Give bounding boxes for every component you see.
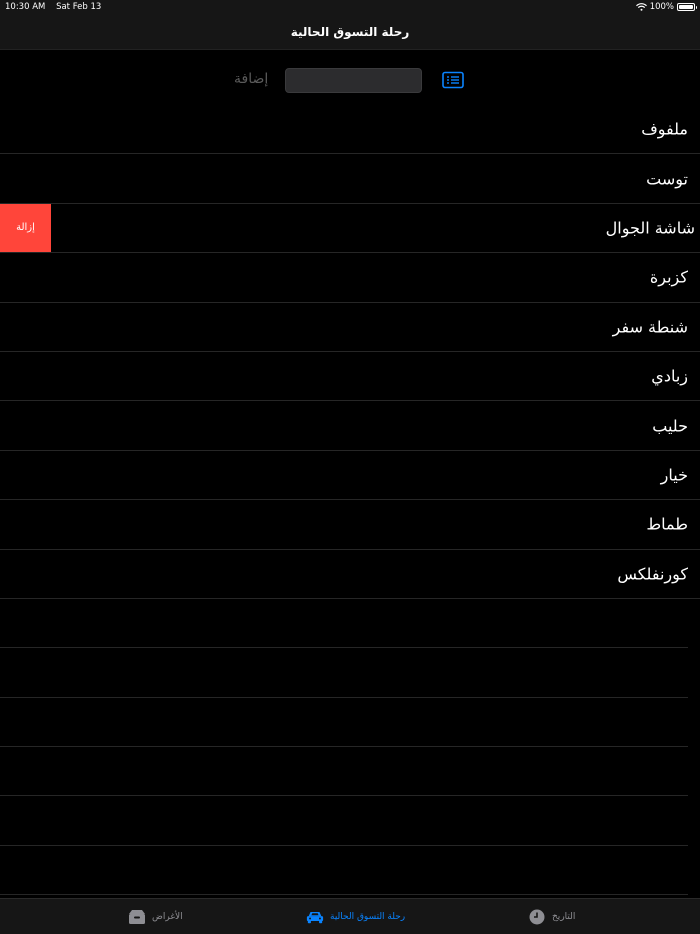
list-item[interactable]: شنطة سفر: [0, 303, 700, 352]
list-item[interactable]: زبادي: [0, 352, 700, 402]
list-item[interactable]: إزالة شاشة الجوال: [0, 203, 700, 254]
list-item[interactable]: طماط: [0, 500, 700, 550]
tab-label: الأغراض: [152, 912, 183, 922]
tab-items[interactable]: الأغراض: [128, 908, 183, 926]
tab-current-trip[interactable]: رحلة التسوق الحالية: [306, 908, 405, 926]
item-label: طماط: [646, 514, 688, 534]
empty-row: [0, 698, 688, 748]
car-icon: [306, 908, 324, 926]
delete-label: إزالة: [16, 222, 35, 234]
battery-icon: [677, 3, 697, 11]
add-item-row: إضافة: [0, 58, 700, 103]
item-label: كزبرة: [649, 267, 688, 287]
empty-row: [0, 796, 688, 846]
wifi-icon: [635, 3, 647, 11]
list-icon[interactable]: [442, 71, 464, 89]
empty-row: [0, 599, 688, 649]
empty-row: [0, 747, 688, 797]
status-time: 10:30 AM: [5, 2, 46, 12]
item-label: شنطة سفر: [612, 317, 688, 337]
list-item[interactable]: ملفوف: [0, 105, 700, 155]
item-label: زبادي: [651, 366, 688, 386]
add-item-input[interactable]: [285, 68, 422, 93]
list-item[interactable]: توست: [0, 154, 700, 204]
clock-icon: [528, 908, 546, 926]
empty-row: [0, 648, 688, 698]
list-item[interactable]: كزبرة: [0, 253, 700, 303]
battery-fill: [679, 5, 693, 9]
status-date: Sat Feb 13: [56, 2, 102, 12]
item-label: كورنفلكس: [617, 564, 688, 584]
status-bar: 10:30 AM Sat Feb 13 100%: [0, 0, 700, 14]
battery-percentage: 100%: [649, 2, 674, 12]
tab-history[interactable]: التاريخ: [528, 908, 575, 926]
tab-bar: الأغراض رحلة التسوق الحالية التاريخ: [0, 898, 700, 934]
page-title: رحلة التسوق الحالية: [290, 24, 410, 39]
add-label: إضافة: [234, 71, 269, 87]
item-label: توست: [646, 169, 688, 189]
list-item[interactable]: خيار: [0, 451, 700, 501]
delete-button[interactable]: إزالة: [0, 203, 51, 253]
list-item[interactable]: كورنفلكس: [0, 550, 700, 599]
item-label: شاشة الجوال: [605, 218, 695, 238]
list-item[interactable]: حليب: [0, 401, 700, 451]
tab-label: التاريخ: [552, 912, 576, 922]
shopping-list: ملفوف توست إزالة شاشة الجوال كزبرة شنطة …: [0, 105, 700, 896]
item-label: خيار: [660, 465, 688, 485]
tab-label: رحلة التسوق الحالية: [330, 912, 406, 922]
box-icon: [128, 908, 146, 926]
item-label: حليب: [652, 416, 688, 436]
item-label: ملفوف: [641, 119, 688, 139]
navigation-bar: رحلة التسوق الحالية: [0, 14, 700, 50]
empty-row: [0, 846, 688, 896]
